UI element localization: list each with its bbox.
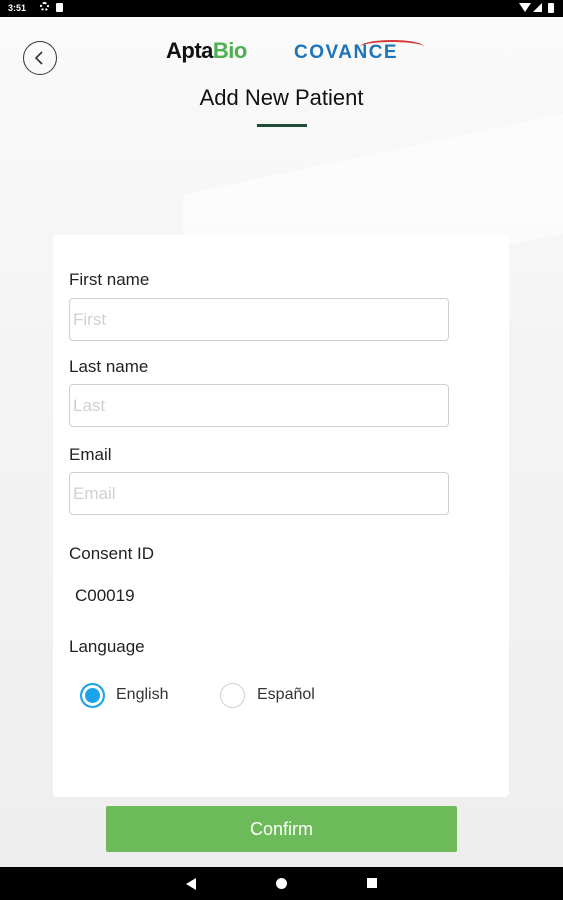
- aptabio-logo-suffix: Bio: [212, 38, 247, 63]
- page-title: Add New Patient: [199, 85, 364, 110]
- gear-icon: [40, 2, 49, 11]
- email-input[interactable]: [69, 472, 449, 515]
- confirm-button[interactable]: Confirm: [106, 806, 457, 852]
- nav-recents-icon[interactable]: [367, 878, 377, 888]
- language-option-espanol-label[interactable]: Español: [257, 686, 315, 704]
- last-name-input[interactable]: [69, 384, 449, 427]
- back-button[interactable]: [23, 41, 57, 75]
- covance-swoosh: [360, 40, 424, 54]
- language-option-english-label[interactable]: English: [116, 686, 168, 704]
- language-radio-english[interactable]: [80, 683, 105, 708]
- status-bar: 3:51: [0, 0, 563, 17]
- title-underline: [257, 124, 307, 127]
- navigation-bar: [0, 867, 563, 900]
- aptabio-logo-prefix: Apta: [166, 38, 213, 63]
- aptabio-logo: AptaBio: [166, 38, 247, 64]
- nav-home-icon[interactable]: [276, 878, 287, 889]
- email-label: Email: [69, 445, 112, 464]
- language-radio-espanol[interactable]: [220, 683, 245, 708]
- chevron-left-icon: [34, 51, 43, 65]
- first-name-label: First name: [69, 270, 150, 289]
- first-name-input[interactable]: [69, 298, 449, 341]
- battery-icon: [548, 3, 554, 13]
- language-label: Language: [69, 637, 145, 656]
- consent-id-value: C00019: [75, 586, 135, 605]
- consent-id-label: Consent ID: [69, 544, 155, 563]
- signal-icon: [533, 3, 542, 12]
- nav-back-icon[interactable]: [186, 878, 196, 890]
- last-name-label: Last name: [69, 357, 149, 376]
- wifi-icon: [519, 3, 531, 12]
- status-time: 3:51: [8, 3, 27, 13]
- sd-card-icon: [56, 3, 63, 12]
